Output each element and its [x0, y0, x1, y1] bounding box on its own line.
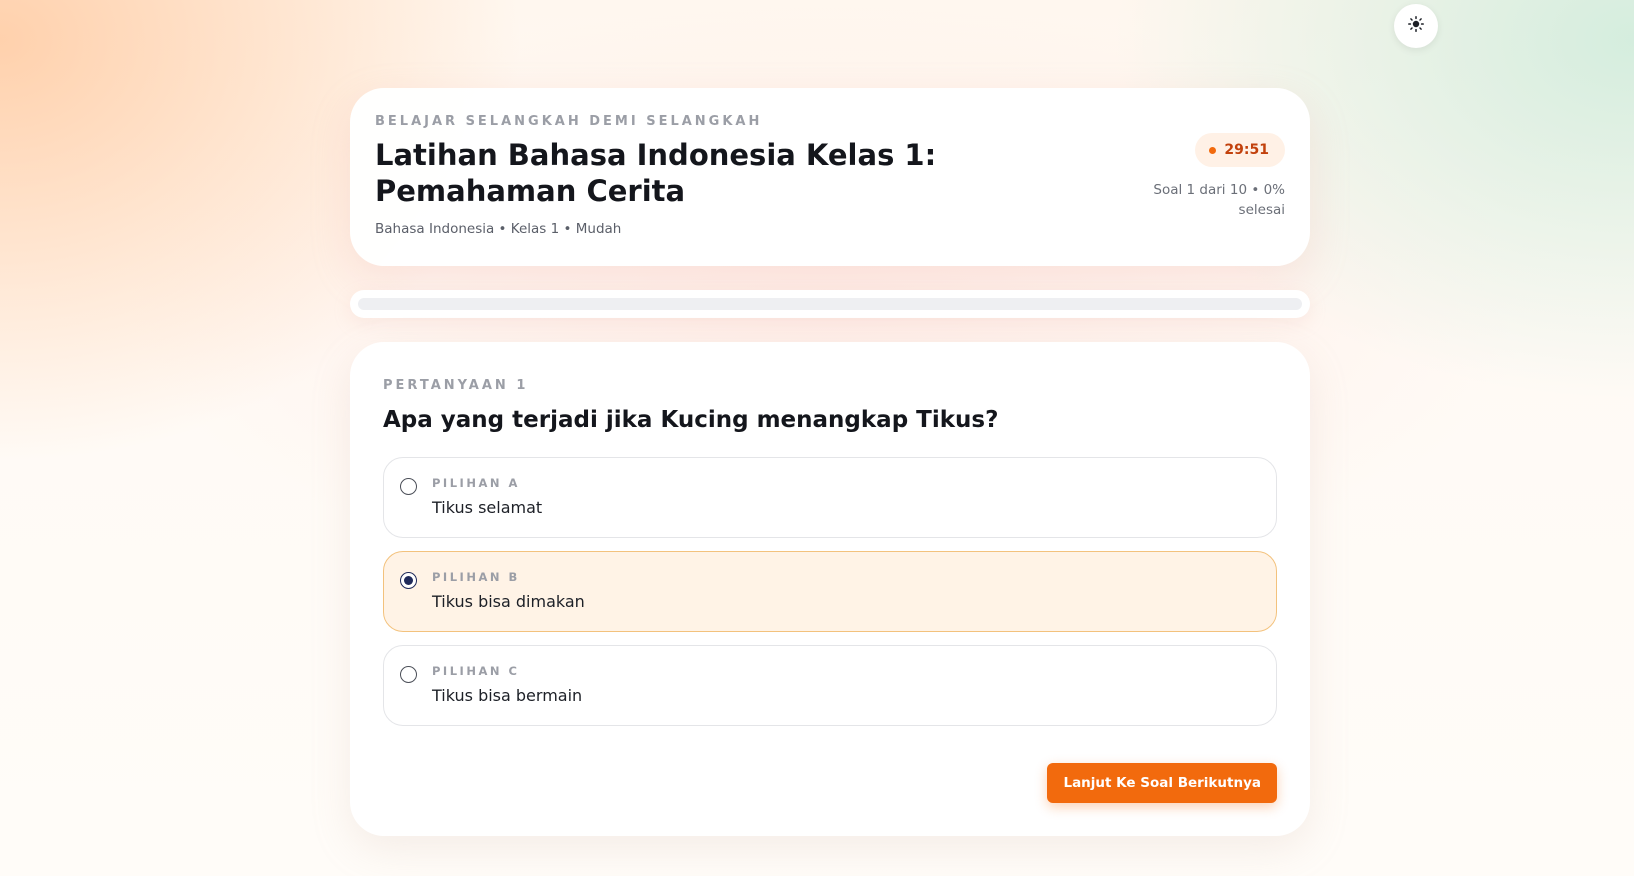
quiz-header-card: BELAJAR SELANGKAH DEMI SELANGKAH Latihan…: [350, 88, 1310, 266]
radio-button[interactable]: [400, 478, 417, 495]
answer-options: PILIHAN A Tikus selamat PILIHAN B Tikus …: [383, 457, 1277, 726]
option-label: PILIHAN A: [432, 476, 520, 490]
progress-bar: [350, 290, 1310, 318]
progress-text: Soal 1 dari 10 • 0% selesai: [1153, 182, 1285, 218]
option-label: PILIHAN B: [432, 570, 520, 584]
quiz-title: Latihan Bahasa Indonesia Kelas 1: Pemaha…: [375, 138, 937, 208]
sun-icon: [1408, 16, 1424, 36]
question-card: PERTANYAAN 1 Apa yang terjadi jika Kucin…: [350, 342, 1310, 836]
progress-track: [358, 298, 1302, 310]
timer-value: 29:51: [1224, 142, 1269, 158]
timer-dot-icon: [1209, 146, 1217, 154]
question-number: PERTANYAAN 1: [383, 378, 529, 393]
next-question-button[interactable]: Lanjut Ke Soal Berikutnya: [1047, 763, 1277, 803]
option-text: Tikus selamat: [432, 498, 543, 517]
theme-toggle-button[interactable]: [1394, 4, 1438, 48]
question-text: Apa yang terjadi jika Kucing menangkap T…: [383, 407, 999, 433]
radio-button[interactable]: [400, 572, 417, 589]
radio-button[interactable]: [400, 666, 417, 683]
option-text: Tikus bisa dimakan: [432, 592, 585, 611]
answer-option-c[interactable]: PILIHAN C Tikus bisa bermain: [383, 645, 1277, 726]
header-eyebrow: BELAJAR SELANGKAH DEMI SELANGKAH: [375, 114, 763, 129]
option-text: Tikus bisa bermain: [432, 686, 583, 705]
timer-badge: 29:51: [1195, 133, 1285, 167]
answer-option-b[interactable]: PILIHAN B Tikus bisa dimakan: [383, 551, 1277, 632]
option-label: PILIHAN C: [432, 664, 520, 678]
answer-option-a[interactable]: PILIHAN A Tikus selamat: [383, 457, 1277, 538]
quiz-meta: Bahasa Indonesia • Kelas 1 • Mudah: [375, 221, 622, 237]
